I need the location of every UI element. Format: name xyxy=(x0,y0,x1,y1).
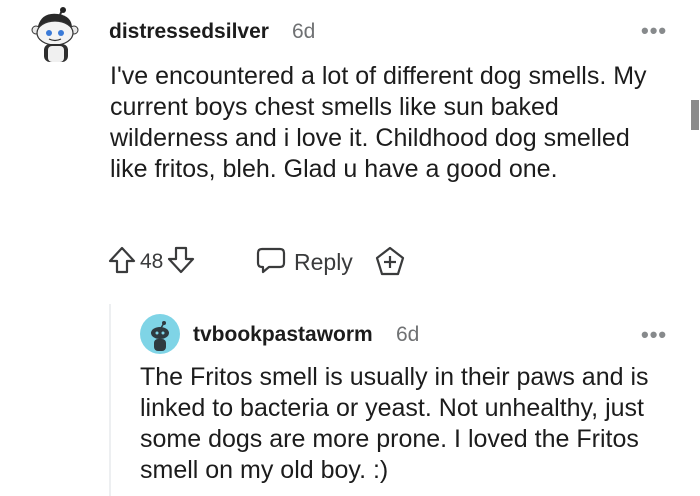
comment-age: 6d xyxy=(292,20,316,43)
thread-line[interactable] xyxy=(109,304,111,496)
reply-body: The Fritos smell is usually in their paw… xyxy=(140,363,649,484)
more-options-icon[interactable]: ••• xyxy=(641,20,667,42)
reply-more-options-icon[interactable]: ••• xyxy=(641,324,667,346)
scrollbar-thumb[interactable] xyxy=(691,100,699,130)
comment-body: I've encountered a lot of different dog … xyxy=(110,62,647,183)
reply-age: 6d xyxy=(396,323,420,346)
reply-button[interactable]: Reply xyxy=(256,244,353,280)
downvote-arrow-icon[interactable] xyxy=(167,245,195,280)
comment-username[interactable]: distressedsilver xyxy=(109,20,269,44)
vote-controls: 48 xyxy=(108,244,195,280)
award-plus-icon[interactable] xyxy=(374,246,406,281)
speech-bubble-icon xyxy=(256,245,286,280)
vote-count: 48 xyxy=(140,250,164,273)
reply-label: Reply xyxy=(294,248,353,275)
upvote-arrow-icon[interactable] xyxy=(108,245,136,280)
reply-avatar[interactable] xyxy=(140,314,180,354)
reply-username[interactable]: tvbookpastaworm xyxy=(193,323,373,347)
avatar[interactable] xyxy=(28,6,80,64)
